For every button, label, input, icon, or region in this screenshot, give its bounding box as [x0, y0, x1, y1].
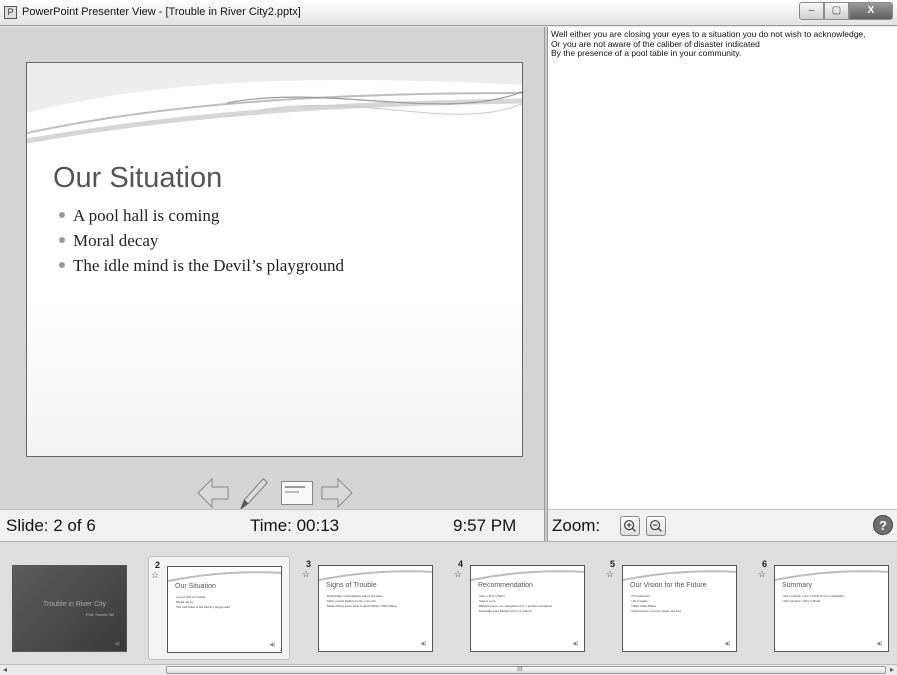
thumbnail-bullet: Billiard parlor no competition for a gol…	[479, 604, 553, 608]
zoom-in-icon[interactable]	[620, 516, 640, 536]
thumbnail-bullet: Start a Boy’s Band	[479, 594, 505, 598]
slide-thumbnail[interactable]: Summary The problem: a Pool Table in our…	[774, 565, 889, 652]
thumbnail-title: Trouble in River City	[43, 601, 107, 608]
thumbnail-number: 6	[762, 559, 768, 569]
horizontal-scrollbar[interactable]: ◂ III ▸	[0, 664, 897, 675]
current-slide-pane: Our Situation A pool hall is coming Mora…	[0, 27, 544, 511]
thumbnail-bullet: The solution: a Boy’s Band	[783, 599, 821, 603]
window-title: PowerPoint Presenter View - [Trouble in …	[22, 6, 301, 18]
slide-bullet: The idle mind is the Devil’s playground	[59, 256, 344, 281]
next-slide-arrow-icon[interactable]	[320, 475, 354, 511]
previous-slide-arrow-icon[interactable]	[196, 475, 230, 511]
thumbnail-bullet: Tambourines of every shape and size	[631, 609, 682, 613]
thumbnail-title: Summary	[782, 582, 812, 589]
transition-star-icon: ☆	[454, 569, 463, 579]
thumbnail-bullet: Memorizing jokes from Captain Billy’s Wh…	[327, 604, 397, 608]
transition-star-icon: ☆	[302, 569, 311, 579]
bullet-dot-icon	[59, 237, 65, 244]
transition-star-icon: ☆	[606, 569, 615, 579]
zoom-out-icon[interactable]	[646, 516, 666, 536]
help-icon[interactable]: ?	[873, 515, 893, 535]
notes-line: By the presence of a pool table in your …	[551, 48, 742, 58]
slide-title: Our Situation	[53, 162, 223, 194]
bullet-dot-icon	[59, 262, 65, 269]
close-button[interactable]: X	[849, 2, 893, 20]
maximize-button[interactable]: ▢	[824, 2, 849, 20]
scroll-left-arrow-icon[interactable]: ◂	[3, 665, 7, 674]
thumbnail-bullet: A pool hall is coming	[176, 595, 206, 599]
thumbnail-title: Signs of Trouble	[326, 582, 377, 589]
slide-thumbnail-strip: Trouble in River City Prof. Harold Hill …	[0, 541, 897, 664]
scroll-right-arrow-icon[interactable]: ▸	[890, 665, 894, 674]
slide-thumbnail[interactable]: Our Situation A pool hall is coming Mora…	[167, 566, 282, 653]
thumbnail-item[interactable]: 3 ☆ Signs of Trouble Rebuilding of mudsh…	[300, 556, 442, 660]
scrollbar-thumb[interactable]: III	[166, 666, 886, 674]
thumbnail-bullet: 1000s Slide Flutes	[631, 604, 657, 608]
thumbnail-item[interactable]: 2 ☆ Our Situation A pool hall is coming …	[148, 556, 290, 660]
audio-icon: ◀)	[876, 641, 882, 647]
zoom-bar: Zoom: ?	[548, 509, 897, 541]
thumbnail-number: 2	[155, 560, 161, 570]
slide-bullet-list: A pool hall is coming Moral decay The id…	[59, 206, 344, 281]
audio-icon: ◀)	[114, 641, 120, 647]
thumbnail-bullet: 110 Cornets	[631, 599, 648, 603]
thumbnail-bullet: The idle mind is the Devil’s playground	[176, 605, 231, 609]
bullet-dot-icon	[59, 212, 65, 219]
thumbnail-bullet: Moral decay	[176, 600, 194, 604]
audio-icon: ◀)	[572, 641, 578, 647]
thumbnail-item[interactable]: 4 ☆ Recommendation Start a Boy’s Band St…	[452, 556, 594, 660]
thumbnail-bullet: 76 trombones	[631, 594, 650, 598]
thumbnail-bullet: Start it soon	[479, 599, 496, 603]
window-controls: – ▢ X	[799, 2, 893, 20]
transition-star-icon: ☆	[151, 570, 160, 580]
thumbnail-bullet: Remember the Mailed Voice of pelicho	[479, 609, 533, 613]
powerpoint-app-icon[interactable]: P	[4, 6, 17, 19]
current-slide[interactable]: Our Situation A pool hall is coming Mora…	[26, 62, 523, 457]
slide-counter: Slide: 2 of 6	[6, 516, 96, 535]
zoom-label: Zoom:	[552, 516, 601, 535]
audio-icon: ◀)	[420, 641, 426, 647]
thumbnail-title: Our Vision for the Future	[630, 582, 707, 589]
audio-icon: ◀)	[724, 641, 730, 647]
slide-thumbnail[interactable]: Signs of Trouble Rebuilding of mudsherbs…	[318, 565, 433, 652]
transition-star-icon: ☆	[758, 569, 767, 579]
slide-bullet: A pool hall is coming	[59, 206, 344, 231]
pen-icon[interactable]	[236, 475, 270, 511]
speaker-notes[interactable]: Well either you are closing your eyes to…	[548, 27, 897, 509]
slide-menu-icon[interactable]	[280, 475, 314, 511]
title-bar: P PowerPoint Presenter View - [Trouble i…	[0, 0, 897, 26]
thumbnail-title: Our Situation	[175, 583, 216, 590]
slide-bullet: Moral decay	[59, 231, 344, 256]
thumbnail-item[interactable]: Trouble in River City Prof. Harold Hill …	[0, 556, 142, 660]
slide-thumbnail[interactable]: Our Vision for the Future 76 trombones 1…	[622, 565, 737, 652]
scrollbar-grip: III	[517, 666, 523, 673]
clock: 9:57 PM	[453, 516, 517, 535]
thumbnail-bullet: Rebuilding of mudsherbs below the knee	[327, 594, 383, 598]
thumbnail-bullet: The problem: a Pool Table in our communi…	[783, 594, 845, 598]
slide-header-swoosh	[27, 63, 522, 144]
thumbnail-title: Recommendation	[478, 582, 533, 589]
elapsed-time: Time: 00:13	[250, 516, 340, 535]
slide-thumbnail[interactable]: Trouble in River City Prof. Harold Hill …	[12, 565, 127, 652]
thumbnail-number: 4	[458, 559, 464, 569]
thumbnail-bullet: Dime novels hidden in the corn crib	[327, 599, 376, 603]
thumbnail-subtitle: Prof. Harold Hill	[85, 612, 114, 617]
thumbnail-item[interactable]: 5 ☆ Our Vision for the Future 76 trombon…	[604, 556, 746, 660]
minimize-button[interactable]: –	[799, 2, 824, 20]
slide-thumbnail[interactable]: Recommendation Start a Boy’s Band Start …	[470, 565, 585, 652]
thumbnail-number: 5	[610, 559, 616, 569]
audio-icon: ◀)	[269, 642, 275, 648]
thumbnail-number: 3	[306, 559, 312, 569]
presenter-status-bar: Slide: 2 of 6 Time: 00:13 9:57 PM	[0, 509, 544, 541]
thumbnail-item[interactable]: 6 ☆ Summary The problem: a Pool Table in…	[756, 556, 897, 660]
